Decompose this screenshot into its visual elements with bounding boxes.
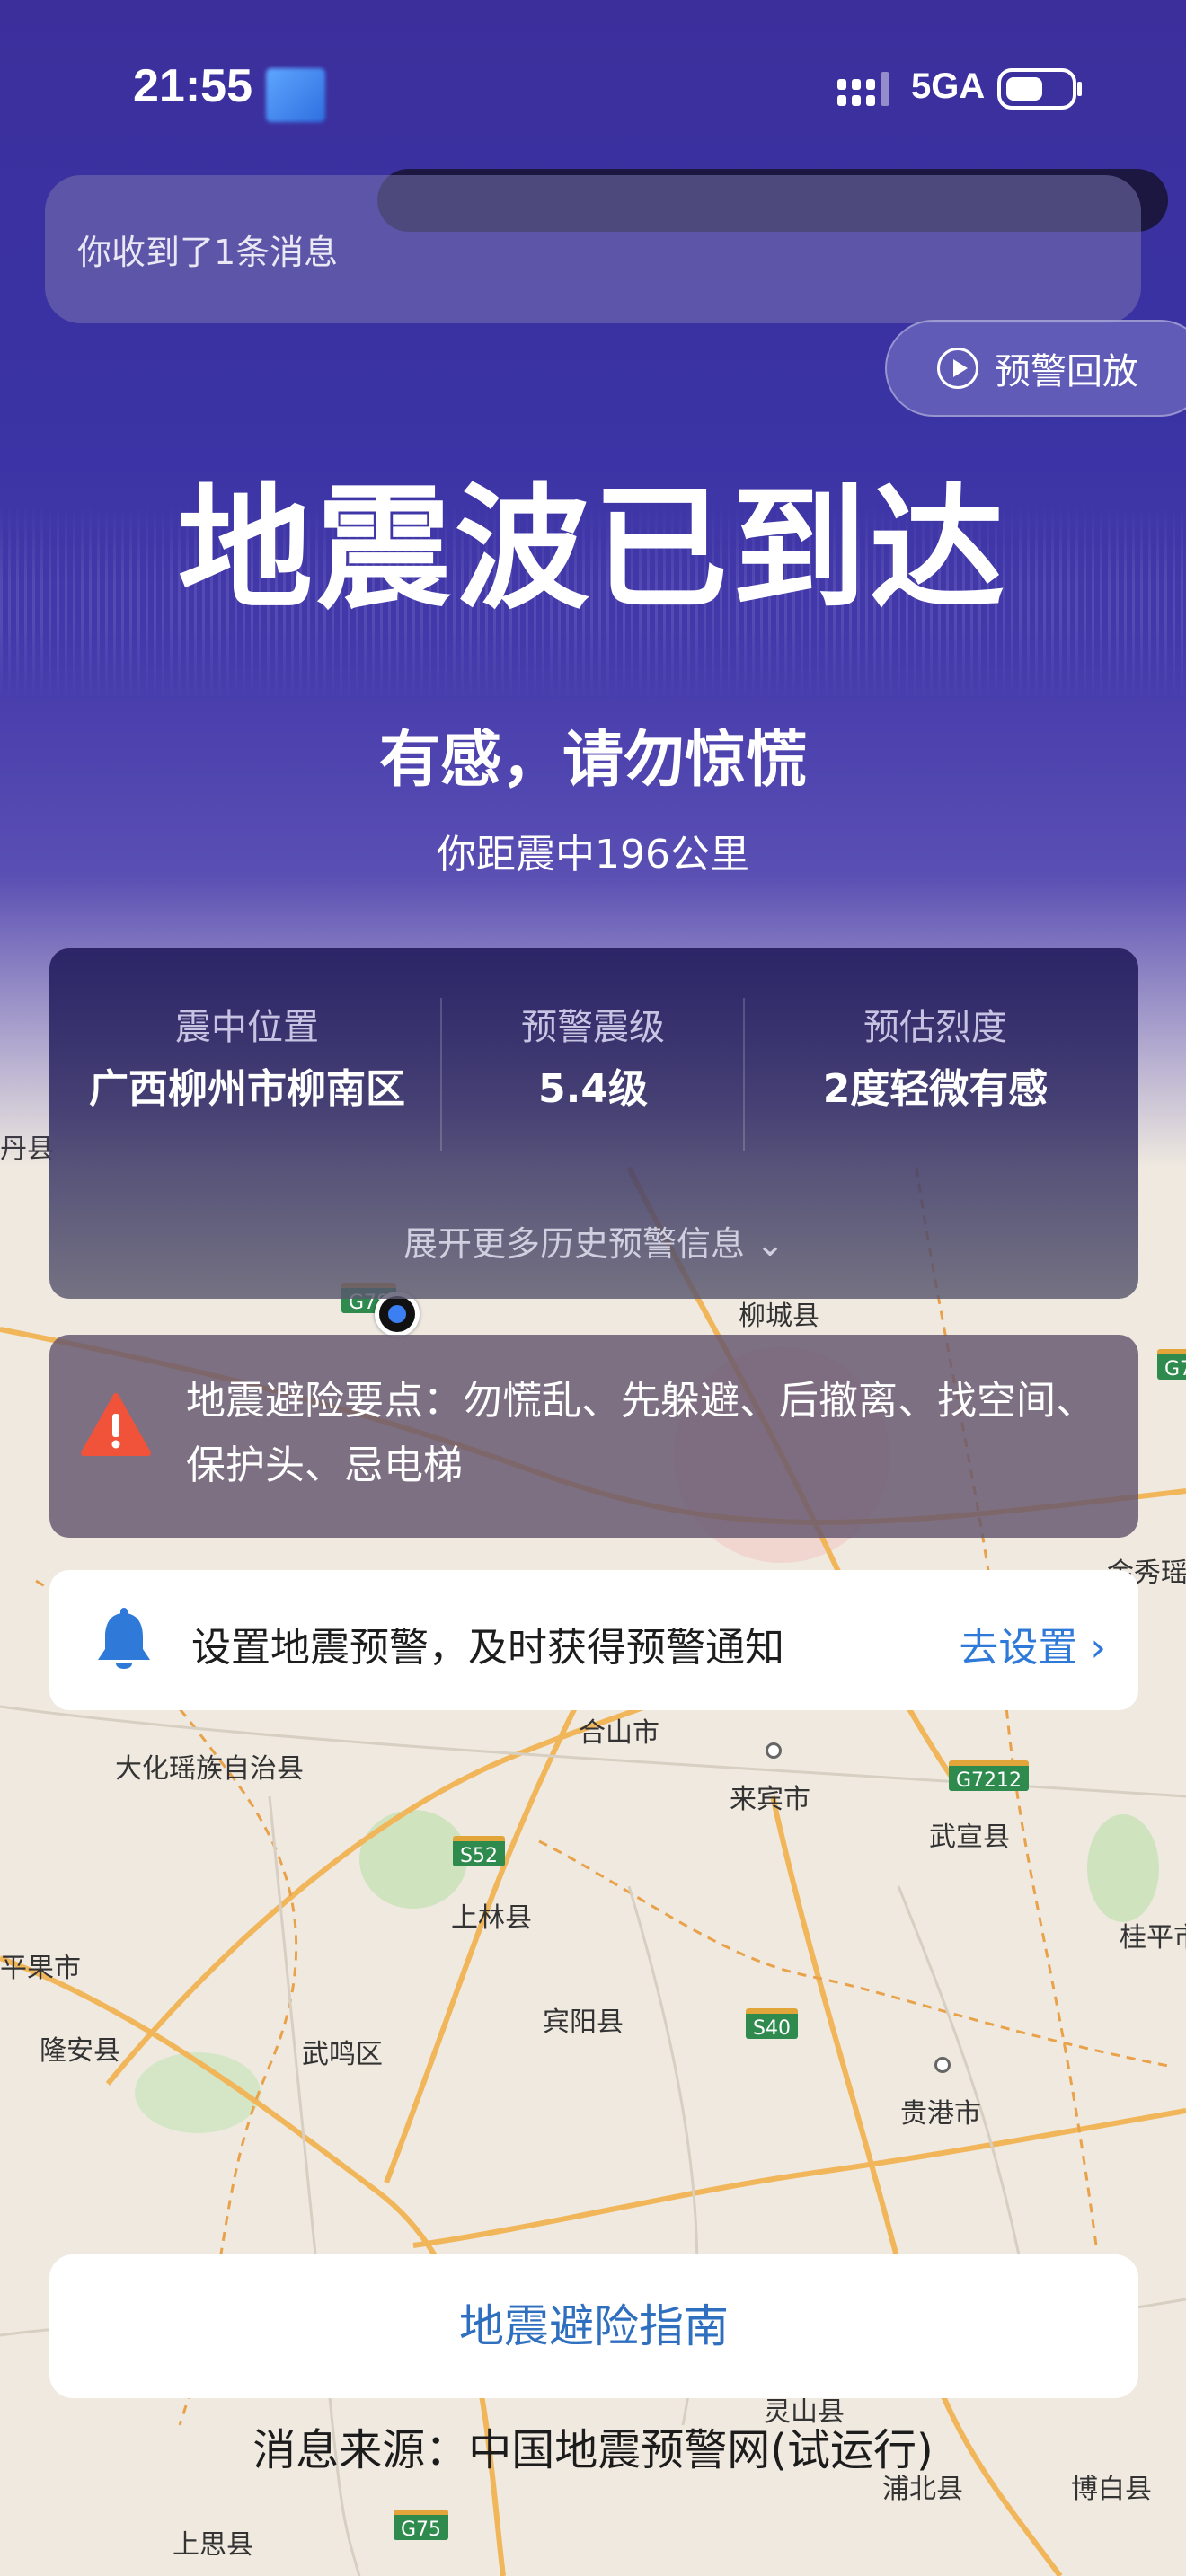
message-notification[interactable]: 你收到了1条消息: [45, 175, 1141, 323]
battery-icon: [997, 68, 1082, 110]
road-shield: G75: [394, 2510, 449, 2541]
quake-info-card: 震中位置 广西柳州市柳南区 预警震级 5.4级 预估烈度 2度轻微有感 展开更多…: [49, 948, 1138, 1299]
blurred-app-icon: [266, 68, 325, 122]
alert-headline: 地震波已到达: [177, 472, 1008, 628]
bell-icon: [98, 1608, 150, 1669]
map-label-county: 武宣县: [929, 1822, 1010, 1853]
intensity-column: 预估烈度 2度轻微有感: [747, 998, 1124, 1111]
road-shield: G7212: [949, 1760, 1030, 1792]
safety-tips-text: 地震避险要点：勿慌乱、先躲避、后撤离、找空间、保护头、忌电梯: [186, 1378, 1095, 1488]
map-label-county: 武鸣区: [302, 2039, 383, 2070]
alert-subheadline: 有感，请勿惊慌: [378, 725, 807, 796]
expand-history-button[interactable]: 展开更多历史预警信息 ⌄: [49, 1216, 1138, 1266]
road-shield: G7: [1157, 1349, 1186, 1381]
status-time: 21:55: [133, 60, 252, 112]
city-marker: [766, 1742, 782, 1759]
magnitude-column: 预警震级 5.4级: [445, 998, 741, 1111]
intensity-title: 预估烈度: [863, 1007, 1007, 1048]
map-label-city: 平果市: [0, 1953, 81, 1984]
map-label-city: 桂平市: [1120, 1922, 1186, 1954]
message-source: 消息来源：中国地震预警网(试运行): [252, 2425, 934, 2475]
signal-strength-icon: [837, 72, 890, 106]
replay-label: 预警回放: [995, 351, 1138, 393]
epicenter-title: 震中位置: [175, 1007, 319, 1048]
play-icon: [937, 348, 978, 389]
map-label-county: 柳城县: [739, 1301, 819, 1332]
go-settings-link[interactable]: 去设置 ›: [959, 1615, 1106, 1672]
alert-replay-button[interactable]: 预警回放: [885, 320, 1186, 417]
map-label-county: 上思县: [173, 2529, 253, 2561]
alert-settings-banner[interactable]: 设置地震预警，及时获得预警通知 去设置 ›: [49, 1570, 1138, 1710]
map-label-county: 上林县: [451, 1902, 532, 1934]
column-divider: [743, 998, 745, 1151]
road-shield: S52: [453, 1836, 505, 1867]
map-label-city: 合山市: [579, 1717, 659, 1749]
network-type: 5GA: [911, 66, 986, 106]
intensity-value: 2度轻微有感: [822, 1066, 1049, 1112]
magnitude-title: 预警震级: [521, 1007, 665, 1048]
epicenter-distance: 你距震中196公里: [437, 832, 749, 878]
road-shield: S40: [746, 2008, 798, 2040]
safety-tips-banner: 地震避险要点：勿慌乱、先躲避、后撤离、找空间、保护头、忌电梯: [49, 1335, 1138, 1538]
map-label-county: 大化瑶族自治县: [115, 1753, 304, 1785]
epicenter-column: 震中位置 广西柳州市柳南区: [76, 998, 418, 1111]
magnitude-value: 5.4级: [538, 1066, 648, 1112]
map-label-county: 隆安县: [40, 2035, 120, 2067]
map-label-city: 贵港市: [900, 2098, 981, 2130]
map-label-county: 宾阳县: [543, 2007, 624, 2038]
epicenter-value: 广西柳州市柳南区: [89, 1066, 405, 1112]
city-marker: [934, 2057, 951, 2073]
column-divider: [440, 998, 442, 1151]
map-label-city: 来宾市: [730, 1784, 810, 1815]
notification-text: 你收到了1条消息: [77, 233, 339, 272]
warning-icon: [81, 1393, 151, 1456]
alert-settings-text: 设置地震预警，及时获得预警通知: [191, 1625, 784, 1671]
status-bar: 21:55 5GA: [0, 54, 1186, 126]
safety-guide-button[interactable]: 地震避险指南: [49, 2254, 1138, 2398]
